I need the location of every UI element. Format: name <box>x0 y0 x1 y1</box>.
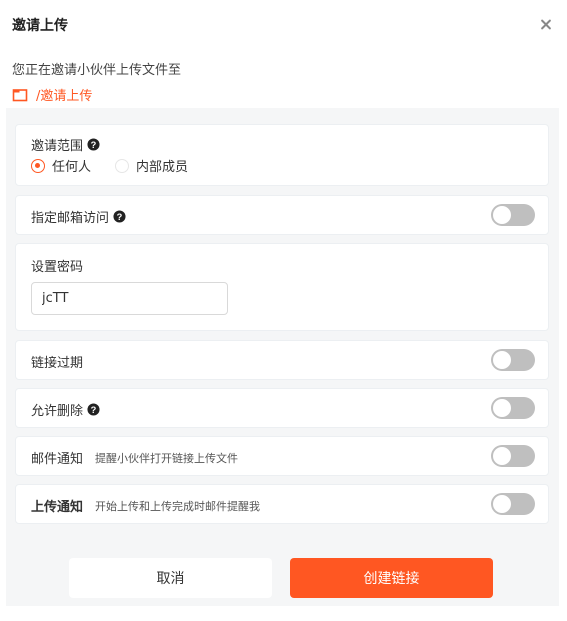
scope-label-wrap: 邀请范围 ? <box>31 135 100 154</box>
help-icon[interactable]: ? <box>113 210 126 223</box>
email-notify-card: 邮件通知 提醒小伙伴打开链接上传文件 <box>15 436 549 476</box>
svg-text:?: ? <box>117 212 123 222</box>
scope-option-anyone-label: 任何人 <box>52 160 92 175</box>
dialog-subtitle: 您正在邀请小伙伴上传文件至 <box>12 63 182 78</box>
folder-icon <box>12 88 28 101</box>
help-icon[interactable]: ? <box>87 138 100 151</box>
email-access-toggle[interactable] <box>491 204 535 226</box>
allow-delete-label-wrap: 允许删除 ? <box>31 400 100 419</box>
allow-delete-card: 允许删除 ? <box>15 388 549 428</box>
dialog-title: 邀请上传 <box>12 18 68 34</box>
scope-radio-group: 任何人 内部成员 <box>31 156 212 175</box>
svg-text:?: ? <box>91 140 97 150</box>
settings-panel: 邀请范围 ? 任何人 内部成员 指定邮箱访问 ? 设置密码 jcTT 链接过期 … <box>6 108 559 606</box>
email-access-card: 指定邮箱访问 ? <box>15 195 549 235</box>
help-icon[interactable]: ? <box>87 403 100 416</box>
email-access-label: 指定邮箱访问 <box>31 211 110 226</box>
password-input[interactable] <box>31 282 228 315</box>
invite-upload-dialog: 邀请上传 您正在邀请小伙伴上传文件至 /邀请上传 邀请范围 ? 任何人 内部成员… <box>0 0 567 621</box>
upload-notify-label: 上传通知 <box>31 500 84 515</box>
cancel-button[interactable]: 取消 <box>69 558 272 598</box>
scope-option-members-label: 内部成员 <box>136 160 189 175</box>
email-notify-toggle[interactable] <box>491 445 535 467</box>
allow-delete-toggle[interactable] <box>491 397 535 419</box>
svg-text:?: ? <box>91 405 97 415</box>
scope-card: 邀请范围 ? 任何人 内部成员 <box>15 124 549 186</box>
upload-notify-toggle[interactable] <box>491 493 535 515</box>
link-expire-card: 链接过期 <box>15 340 549 380</box>
upload-notify-card: 上传通知 开始上传和上传完成时邮件提醒我 <box>15 484 549 524</box>
email-notify-label-wrap: 邮件通知 提醒小伙伴打开链接上传文件 <box>31 448 239 468</box>
allow-delete-label: 允许删除 <box>31 404 84 419</box>
link-expire-toggle[interactable] <box>491 349 535 371</box>
radio-selected-icon <box>31 158 45 173</box>
folder-path[interactable]: /邀请上传 <box>12 85 92 104</box>
folder-path-text: /邀请上传 <box>36 89 93 104</box>
radio-unselected-icon <box>115 158 130 173</box>
email-notify-label: 邮件通知 <box>31 452 84 467</box>
close-icon[interactable] <box>538 17 554 33</box>
password-label: 设置密码 <box>31 260 84 275</box>
upload-notify-hint: 开始上传和上传完成时邮件提醒我 <box>95 499 261 513</box>
scope-option-members[interactable]: 内部成员 <box>115 156 188 175</box>
scope-option-anyone[interactable]: 任何人 <box>31 156 91 175</box>
create-link-button[interactable]: 创建链接 <box>290 558 493 598</box>
upload-notify-label-wrap: 上传通知 开始上传和上传完成时邮件提醒我 <box>31 496 261 516</box>
link-expire-label: 链接过期 <box>31 356 84 371</box>
email-notify-hint: 提醒小伙伴打开链接上传文件 <box>95 451 239 465</box>
password-card: 设置密码 <box>15 243 549 331</box>
email-access-label-wrap: 指定邮箱访问 ? <box>31 207 126 226</box>
scope-label: 邀请范围 <box>31 139 84 154</box>
